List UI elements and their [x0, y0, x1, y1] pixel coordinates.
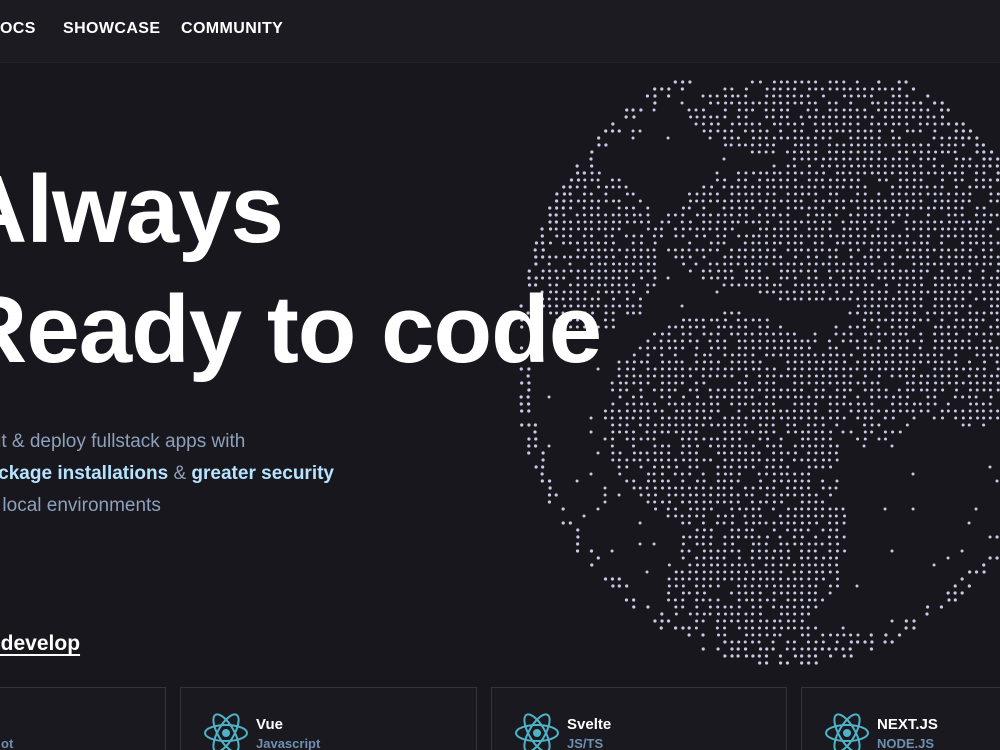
hero-title-line-2: Ready to code	[0, 276, 602, 383]
react-atom-icon	[825, 713, 869, 750]
nav-link-showcase[interactable]: SHOWCASE	[63, 20, 160, 38]
top-navbar: DOCS SHOWCASE COMMUNITY	[0, 0, 1000, 63]
subtitle-line-2: package installations & greater security	[0, 458, 334, 490]
nav-link-docs[interactable]: DOCS	[0, 20, 36, 38]
subtitle-line-1: edit & deploy fullstack apps with	[0, 431, 246, 452]
template-card-vue[interactable]: Vue Javascript	[180, 687, 477, 750]
template-card-subtitle: Javascript	[256, 736, 321, 750]
hero-title-line-1: Always	[0, 156, 284, 263]
react-atom-icon	[515, 713, 559, 750]
template-card-title: Vue	[256, 716, 283, 733]
template-card-title: Svelte	[567, 716, 612, 733]
highlight-package-installations: package installations	[0, 463, 169, 484]
highlight-greater-security: greater security	[191, 463, 334, 484]
nav-link-community[interactable]: COMMUNITY	[181, 20, 283, 38]
template-card-subtitle: NODE.JS	[877, 736, 935, 750]
react-atom-icon	[204, 713, 248, 750]
subtitle-line-3: en local environments	[0, 495, 161, 516]
hero-title: Always Ready to code	[0, 150, 602, 390]
hero-subtitle: edit & deploy fullstack apps with packag…	[0, 426, 334, 522]
template-card-svelte[interactable]: Svelte JS/TS	[491, 687, 787, 750]
template-card-partial[interactable]: ot	[0, 687, 166, 750]
landing-page: DOCS SHOWCASE COMMUNITY Always Ready to …	[0, 0, 1000, 750]
template-card-subtitle: JS/TS	[567, 736, 604, 750]
template-card-nextjs[interactable]: NEXT.JS NODE.JS	[801, 687, 1000, 750]
develop-link[interactable]: d develop	[0, 632, 80, 656]
template-card-title: NEXT.JS	[877, 716, 938, 733]
template-card-subtitle: ot	[1, 736, 14, 750]
subtitle-ampersand: &	[168, 463, 192, 484]
